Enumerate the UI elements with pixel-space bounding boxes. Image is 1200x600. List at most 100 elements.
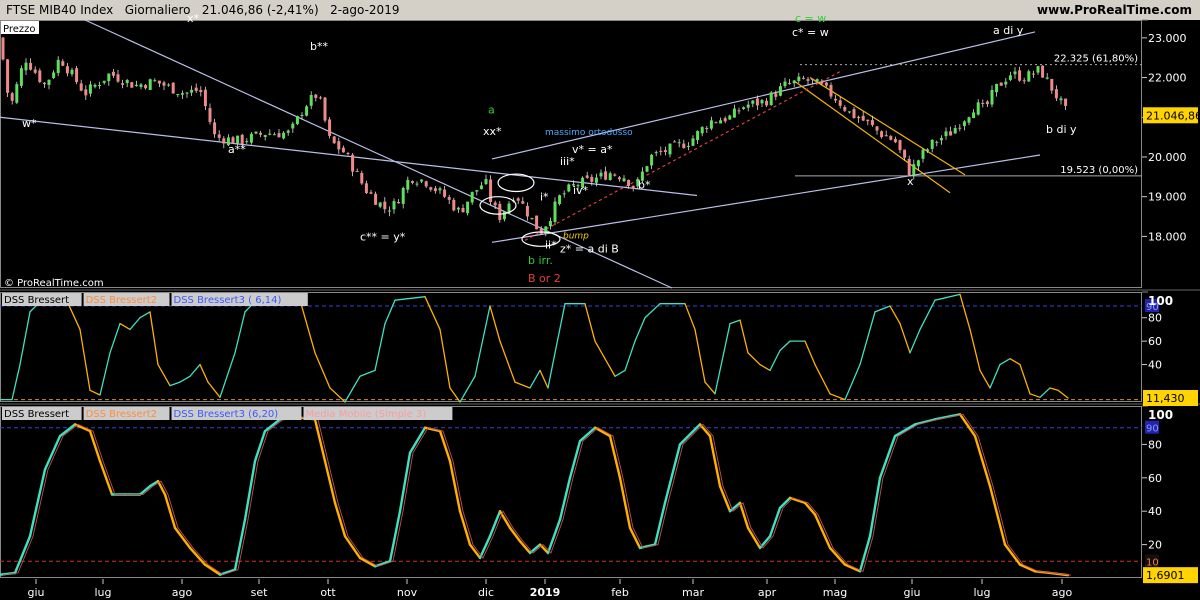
fib-level-label: 22.325 (61,80%) [1054,54,1138,65]
dss-line-segment [1009,358,1021,366]
wave-label: b* [638,179,651,192]
wave-label: z* = a di B [560,242,619,255]
dss-line-segment [88,429,102,463]
dss-line-segment [458,510,472,546]
candle-body [171,82,175,94]
candle-body [829,85,833,97]
candle-body [806,79,810,81]
candle-body [337,141,341,150]
candle-body [295,116,299,125]
candle-body [475,190,479,192]
x-tick-label: set [251,586,268,599]
candle-body [765,100,769,106]
dss-line-segment [663,443,682,505]
wave-label: b di y [1046,123,1077,136]
dss-line-segment [314,352,331,389]
candle-body [1059,98,1063,101]
dss-line-segment [769,349,781,372]
candle-body [378,202,382,207]
dss-line-segment [714,322,731,395]
dss-line-segment [958,413,977,438]
candle-body [328,119,332,136]
candle-body [866,119,870,122]
wave-label: v* = a* [572,143,613,156]
dss-line-segment [624,340,636,372]
candle-body [217,134,221,138]
candle-body [277,133,281,138]
dss-line-segment [1018,563,1037,573]
panel-frame [0,406,1142,578]
candle-body [1027,71,1031,82]
dss-line-segment [973,434,992,488]
x-tick-label: ago [1052,586,1073,599]
candle-body [443,189,447,197]
trendline [491,154,1041,243]
candle-body [75,68,79,83]
candle-body [125,80,129,84]
dss-line-segment [704,381,716,395]
candle-body [797,76,801,81]
dss-line-segment [207,381,221,398]
dss-line-segment [874,305,891,313]
dss-line-segment [547,352,556,389]
wave-label: i* [540,191,549,204]
candle-body [24,62,28,71]
candle-body [732,108,736,118]
candle-body [305,106,309,116]
dss-line-segment [634,317,646,342]
wave-label: c** = y* [360,230,406,243]
x-tick-label: ott [320,586,336,599]
dss-line-segment [747,352,761,366]
candle-body [677,142,681,144]
dss-line-segment [584,303,596,342]
dss-line-segment [243,459,257,521]
dss-line-segment [979,369,991,389]
candle-body [291,123,295,129]
dss-line-segment [729,319,741,325]
candle-body [1050,78,1054,91]
candle-body [61,61,65,66]
candle-body [654,152,658,154]
dss-line-segment [28,468,47,538]
candle-body [420,179,424,182]
dss-line-segment [1019,363,1031,395]
y-tick-label: 18.000 [1148,230,1187,243]
dss-line-segment [374,322,386,372]
candle-body [157,80,161,84]
candle-body [222,138,226,144]
x-tick-label: giu [27,586,44,599]
candle-body [1008,75,1012,80]
candle-body [415,183,419,185]
candle-body [903,149,907,158]
dss-line-segment [768,506,782,538]
candle-body [10,93,14,101]
wave-label: iii* [560,155,575,168]
dss-line-segment [919,299,936,331]
candle-body [341,147,345,153]
candle-body [387,210,391,212]
wave-label: x* [187,12,200,25]
dss-line-segment [313,418,327,463]
candle-body [56,59,60,73]
dss-line-segment [969,328,981,372]
wave-label: ii* [545,238,557,251]
dss-line-segment [424,296,441,331]
dss-line-segment [233,518,247,571]
dss-line-segment [843,563,862,573]
candle-body [153,80,157,82]
dss-line-segment [989,363,1001,389]
candle-body [668,143,672,155]
wave-label: a** [228,143,246,156]
candle-body [190,89,194,93]
dss-line-segment [828,546,847,566]
wave-label: c = w [795,12,826,25]
last-value-label: 1,6901 [1146,569,1185,582]
dss-line-segment [558,476,572,521]
dss-line-segment [988,484,1007,546]
candle-body [33,69,37,73]
dss-line-segment [119,322,131,331]
x-tick-label: lug [973,586,990,599]
dss-line-segment [934,293,961,301]
chart-canvas[interactable]: 18.00019.00020.00021.00022.00023.00022.3… [0,0,1200,600]
candle-body [714,122,718,124]
